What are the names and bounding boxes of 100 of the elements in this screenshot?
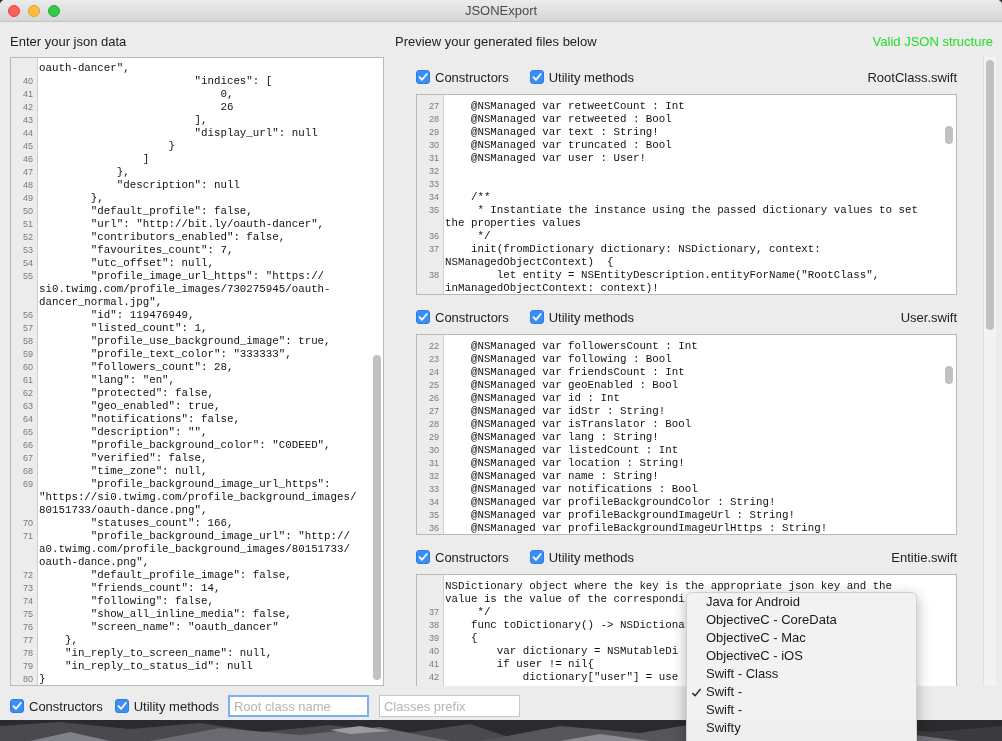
code-line: "following": false,	[89, 595, 214, 607]
code-line: @NSManaged var friendsCount : Int	[469, 366, 685, 378]
line-number: 40	[23, 76, 33, 86]
line-number: 76	[23, 622, 33, 632]
line-number: 54	[23, 258, 33, 268]
line-number: 31	[429, 458, 439, 468]
line-number: 31	[429, 153, 439, 163]
checkbox-label: Constructors	[435, 549, 509, 565]
code-line: NSDictionary object where the key is the appropriate json key and the	[445, 580, 893, 592]
checkbox[interactable]	[416, 550, 430, 564]
line-number: 41	[23, 89, 33, 99]
line-number: 65	[23, 427, 33, 437]
code-line: var dictionary = NSMutableDi	[495, 645, 679, 657]
checkbox-label: Constructors	[435, 309, 509, 325]
line-number: 39	[429, 633, 439, 643]
json-editor[interactable]	[10, 57, 384, 686]
close-button[interactable]	[8, 5, 20, 17]
code-preview[interactable]	[416, 334, 957, 535]
code-line: "profile_background_color": "C0DEED",	[89, 439, 331, 451]
code-line: },	[63, 634, 78, 646]
code-line: "display_url": null	[193, 127, 318, 139]
code-line: @NSManaged var notifications : Bool	[469, 483, 698, 495]
code-line: @NSManaged var profileBackgroundImageUrl : String!	[469, 509, 795, 521]
line-number: 53	[23, 245, 33, 255]
code-line: "indices": [	[193, 75, 273, 87]
scrollbar-thumb[interactable]	[986, 60, 994, 330]
code-line: @NSManaged var name : String!	[469, 470, 659, 482]
code-line: "contributors_enabled": false,	[89, 231, 286, 243]
checkbox[interactable]	[529, 310, 544, 324]
code-line: let entity = NSEntityDescription.entityForName("RootClass",	[495, 269, 880, 281]
line-number: 27	[429, 101, 439, 111]
code-line: "lang": "en",	[89, 374, 176, 386]
code-line: },	[89, 192, 104, 204]
code-line: "default_profile_image": false,	[89, 569, 292, 581]
code-line: "default_profile": false,	[89, 205, 253, 217]
menu-item[interactable]: Swift - Class	[687, 665, 916, 683]
checkbox[interactable]	[416, 70, 430, 84]
scrollbar-thumb[interactable]	[945, 366, 953, 384]
code-line: "https://si0.twimg.com/profile_background_images/	[39, 491, 357, 503]
code-line: @NSManaged var lang : String!	[469, 431, 659, 443]
text-field[interactable]: Root class name	[227, 695, 369, 717]
zoom-button[interactable]	[48, 5, 60, 17]
code-line: ],	[193, 114, 208, 126]
line-number: 73	[23, 583, 33, 593]
code-line: @NSManaged var following : Bool	[469, 353, 672, 365]
menu-item[interactable]: ObjectiveC - Mac	[687, 629, 916, 647]
code-line: @NSManaged var retweetCount : Int	[469, 100, 685, 112]
checkbox-label: Utility methods	[133, 698, 219, 714]
line-number: 58	[23, 336, 33, 346]
checkbox[interactable]	[114, 699, 129, 713]
code-line: "url": "http://bit.ly/oauth-dancer",	[89, 218, 325, 230]
line-number: 25	[429, 380, 439, 390]
menu-item[interactable]: Swifty	[687, 719, 916, 737]
checkbox[interactable]	[416, 310, 430, 324]
line-number: 51	[23, 219, 33, 229]
line-number: 26	[429, 393, 439, 403]
line-number: 34	[429, 497, 439, 507]
line-number: 37	[429, 244, 439, 254]
checkbox-label: Constructors	[435, 69, 509, 85]
code-line: @NSManaged var profileBackgroundImageUrlHttps : String!	[469, 522, 828, 534]
code-line: @NSManaged var geoEnabled : Bool	[469, 379, 679, 391]
code-line: init(fromDictionary dictionary: NSDictionary, context:	[469, 243, 821, 255]
code-line: the properties values	[445, 217, 582, 229]
line-number: 59	[23, 349, 33, 359]
code-line: 0,	[219, 88, 234, 100]
line-number: 45	[23, 141, 33, 151]
code-line: value is the value of the correspondi	[445, 593, 685, 605]
menu-item[interactable]: ObjectiveC - CoreData	[687, 611, 916, 629]
code-line: "verified": false,	[89, 452, 208, 464]
code-line: ]	[141, 153, 150, 165]
code-line: */	[476, 606, 491, 618]
line-number: 35	[429, 510, 439, 520]
code-line: "profile_use_background_image": true,	[89, 335, 331, 347]
scrollbar-thumb[interactable]	[373, 355, 381, 680]
code-line: "screen_name": "oauth_dancer"	[89, 621, 279, 633]
line-number: 77	[23, 635, 33, 645]
checkbox[interactable]	[529, 70, 544, 84]
checkbox[interactable]	[10, 699, 24, 713]
code-line: "profile_background_image_url_https":	[89, 478, 331, 490]
code-line: "profile_image_url_https": "https://	[89, 270, 325, 282]
line-number: 68	[23, 466, 33, 476]
menu-item[interactable]: Java for Android	[687, 593, 916, 611]
line-number: 24	[429, 367, 439, 377]
menu-item[interactable]: Swift -	[687, 701, 916, 719]
code-line: @NSManaged var id : Int	[469, 392, 620, 404]
code-line: a0.twimg.com/profile_background_images/80151733/	[39, 543, 350, 555]
code-line: "description": "",	[89, 426, 208, 438]
text-field[interactable]: Classes prefix	[378, 695, 520, 717]
line-number: 29	[429, 127, 439, 137]
code-preview[interactable]	[416, 94, 957, 295]
line-number: 75	[23, 609, 33, 619]
line-number: 32	[429, 166, 439, 176]
code-line: NSManagedObjectContext) {	[445, 256, 614, 268]
line-number: 33	[429, 179, 439, 189]
scrollbar-thumb[interactable]	[945, 126, 953, 144]
menu-item[interactable]: ObjectiveC - iOS	[687, 647, 916, 665]
code-line: inManagedObjectContext: context)!	[445, 282, 659, 294]
line-number: 40	[429, 646, 439, 656]
menu-item[interactable]: Swift -	[687, 683, 916, 701]
checkbox[interactable]	[529, 550, 544, 564]
